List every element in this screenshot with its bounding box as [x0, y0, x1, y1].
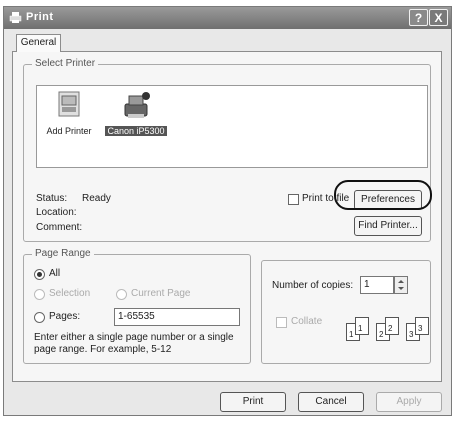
selection-radio[interactable]: [34, 289, 45, 300]
pages-radio[interactable]: [34, 312, 45, 323]
print-dialog: Print ? X General Select Printer Add Pri…: [3, 6, 452, 416]
page-range-legend: Page Range: [32, 248, 94, 259]
page-range-group: Page Range All Selection Current Page Pa…: [23, 248, 251, 364]
printer-icon: [9, 12, 22, 23]
collate-checkbox[interactable]: [276, 317, 287, 328]
printer-icon: [124, 92, 150, 118]
window-title: Print: [26, 11, 54, 23]
selection-radio-label: Selection: [49, 288, 91, 299]
current-page-radio-label: Current Page: [131, 288, 191, 299]
status-value: Ready: [82, 193, 111, 204]
printer-item-canon[interactable]: Canon iP5300: [103, 90, 169, 136]
copies-group: Number of copies: 1 Collate 1 1 2 2 3 3: [261, 260, 431, 364]
copies-input[interactable]: 1: [360, 276, 394, 294]
collate-page: 3: [415, 317, 429, 335]
number-of-copies-label: Number of copies:: [272, 280, 354, 291]
stepper-arrows-icon: [398, 280, 404, 290]
select-printer-group: Select Printer Add Printer Canon iP5300 …: [23, 58, 431, 242]
page-range-help-line2: page range. For example, 5-12: [34, 344, 172, 355]
tab-general[interactable]: General: [16, 34, 61, 52]
add-printer-label: Add Printer: [46, 126, 92, 136]
pages-input[interactable]: 1-65535: [114, 308, 240, 326]
close-button[interactable]: X: [429, 9, 448, 26]
collate-label: Collate: [291, 316, 323, 327]
comment-label: Comment:: [36, 222, 83, 233]
collate-page: 2: [385, 317, 399, 335]
printer-item-add-printer[interactable]: Add Printer: [41, 90, 97, 136]
printer-list[interactable]: Add Printer Canon iP5300: [36, 85, 428, 168]
all-radio[interactable]: [34, 269, 45, 280]
help-button[interactable]: ?: [409, 9, 428, 26]
canon-printer-label: Canon iP5300: [105, 126, 167, 136]
cancel-button[interactable]: Cancel: [298, 392, 364, 412]
copies-stepper[interactable]: [394, 276, 408, 294]
find-printer-button[interactable]: Find Printer...: [354, 216, 422, 236]
all-radio-label: All: [49, 268, 61, 279]
title-bar[interactable]: Print ? X: [4, 7, 451, 29]
print-button[interactable]: Print: [220, 392, 286, 412]
add-printer-icon: [58, 91, 80, 117]
page-range-help-line1: Enter either a single page number or a s…: [34, 332, 234, 343]
collate-page: 1: [355, 317, 369, 335]
print-to-file-checkbox[interactable]: [288, 194, 299, 205]
status-label: Status:: [36, 193, 68, 204]
current-page-radio[interactable]: [116, 289, 127, 300]
apply-button[interactable]: Apply: [376, 392, 442, 412]
location-label: Location:: [36, 207, 77, 218]
general-tab-panel: Select Printer Add Printer Canon iP5300 …: [12, 51, 442, 382]
preferences-highlight-circle: [334, 180, 432, 210]
pages-radio-label: Pages:: [49, 311, 81, 322]
select-printer-legend: Select Printer: [32, 58, 99, 69]
